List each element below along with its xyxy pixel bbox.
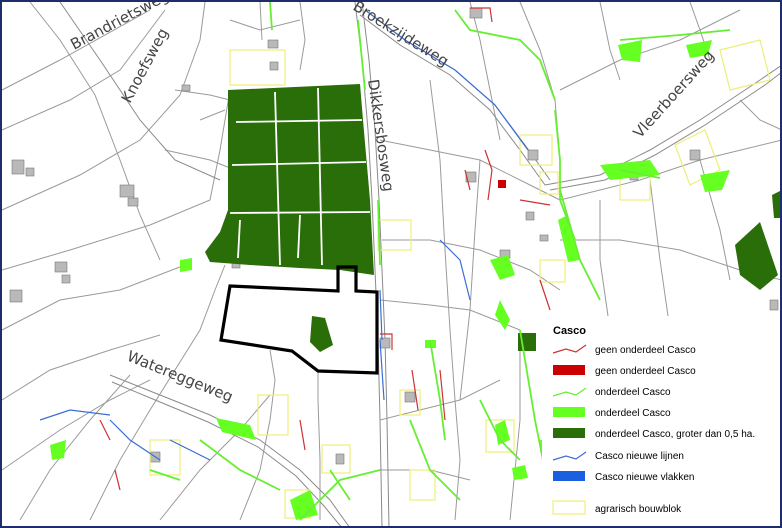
legend-item-label: geen onderdeel Casco — [595, 366, 696, 377]
legend: Casco geen onderdeel Casco geen onderdee… — [542, 316, 778, 522]
legend-item-label: Casco nieuwe lijnen — [595, 451, 684, 462]
legend-item-label: geen onderdeel Casco — [595, 345, 696, 356]
legend-swatch-green-fill — [553, 407, 585, 417]
legend-item-label: onderdeel Casco — [595, 387, 671, 398]
map: Brandrietsweg Knoefsweg Broekzijdeweg Di… — [0, 0, 782, 528]
legend-item-label: agrarisch bouwblok — [595, 504, 682, 515]
legend-item-label: onderdeel Casco, groter dan 0,5 ha. — [595, 429, 755, 440]
legend-swatch-red-fill — [553, 365, 585, 375]
legend-title: Casco — [553, 325, 586, 337]
legend-swatch-blue-fill — [553, 471, 585, 481]
legend-swatch-bouwblok — [552, 500, 586, 515]
legend-swatch-dark-green-fill — [553, 428, 585, 438]
casco-red-area — [498, 180, 506, 188]
legend-item-label: Casco nieuwe vlakken — [595, 472, 695, 483]
legend-item-label: onderdeel Casco — [595, 408, 671, 419]
